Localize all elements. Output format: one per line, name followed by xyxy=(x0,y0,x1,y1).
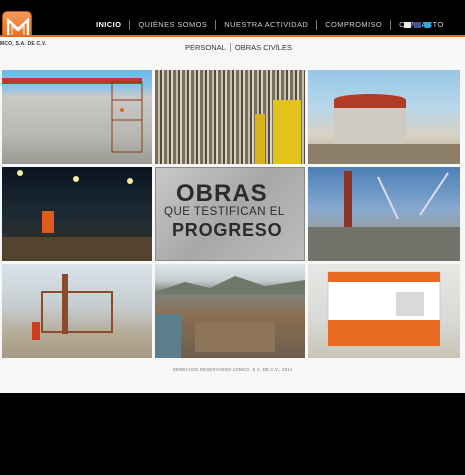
photo-port-cranes[interactable] xyxy=(308,167,460,261)
aerial-port-image xyxy=(155,276,305,358)
facebook-icon[interactable] xyxy=(414,22,421,28)
header-accent-line xyxy=(0,35,465,37)
m-logo-icon xyxy=(7,18,29,35)
photo-aerial-port[interactable] xyxy=(155,264,305,358)
building-render-image xyxy=(327,271,441,347)
twitter-icon[interactable] xyxy=(424,22,431,28)
site-header: INICIO QUIÉNES SOMOS NUESTRA ACTIVIDAD C… xyxy=(0,0,465,41)
promo-line-1: OBRAS xyxy=(176,180,268,207)
photo-finished-tank[interactable] xyxy=(308,70,460,164)
nav-item-inicio[interactable]: INICIO xyxy=(96,20,129,30)
steel-frame-image xyxy=(32,274,113,340)
promo-text: OBRAS QUE TESTIFICAN EL PROGRESO xyxy=(156,168,304,260)
photo-building-render[interactable] xyxy=(308,264,460,358)
photo-night-welding[interactable] xyxy=(2,167,152,261)
nav-item-nuestra-actividad[interactable]: NUESTRA ACTIVIDAD xyxy=(216,20,316,30)
social-links xyxy=(404,22,431,28)
subnav-item-personal[interactable]: PERSONAL xyxy=(185,43,230,52)
main-nav: INICIO QUIÉNES SOMOS NUESTRA ACTIVIDAD C… xyxy=(96,20,452,30)
sub-nav: PERSONAL OBRAS CIVÍLES xyxy=(185,43,296,52)
photo-steel-frame[interactable] xyxy=(2,264,152,358)
tank-scaffold-image xyxy=(2,78,143,153)
promo-line-2: QUE TESTIFICAN EL xyxy=(164,206,285,218)
nav-item-compromiso[interactable]: COMPROMISO xyxy=(317,20,390,30)
copyright-footer: DERECHOS RESERVADOS LOMCO, S.A. DE C.V.,… xyxy=(172,367,293,372)
finished-tank-image xyxy=(308,94,460,164)
page-content: MCO, S.A. DE C.V. PERSONAL OBRAS CIVÍLES xyxy=(0,37,465,393)
night-welding-image xyxy=(2,170,152,261)
mail-icon[interactable] xyxy=(404,22,411,28)
promo-banner: OBRAS QUE TESTIFICAN EL PROGRESO xyxy=(155,167,305,261)
subnav-item-obras-civiles[interactable]: OBRAS CIVÍLES xyxy=(231,43,296,52)
port-cranes-image xyxy=(308,171,460,261)
company-name: MCO, S.A. DE C.V. xyxy=(0,41,47,47)
nav-item-quienes-somos[interactable]: QUIÉNES SOMOS xyxy=(130,20,215,30)
photo-rebar-columns[interactable] xyxy=(155,70,305,164)
promo-line-3: PROGRESO xyxy=(172,220,283,240)
rebar-image xyxy=(255,100,301,164)
photo-tank-construction[interactable] xyxy=(2,70,152,164)
